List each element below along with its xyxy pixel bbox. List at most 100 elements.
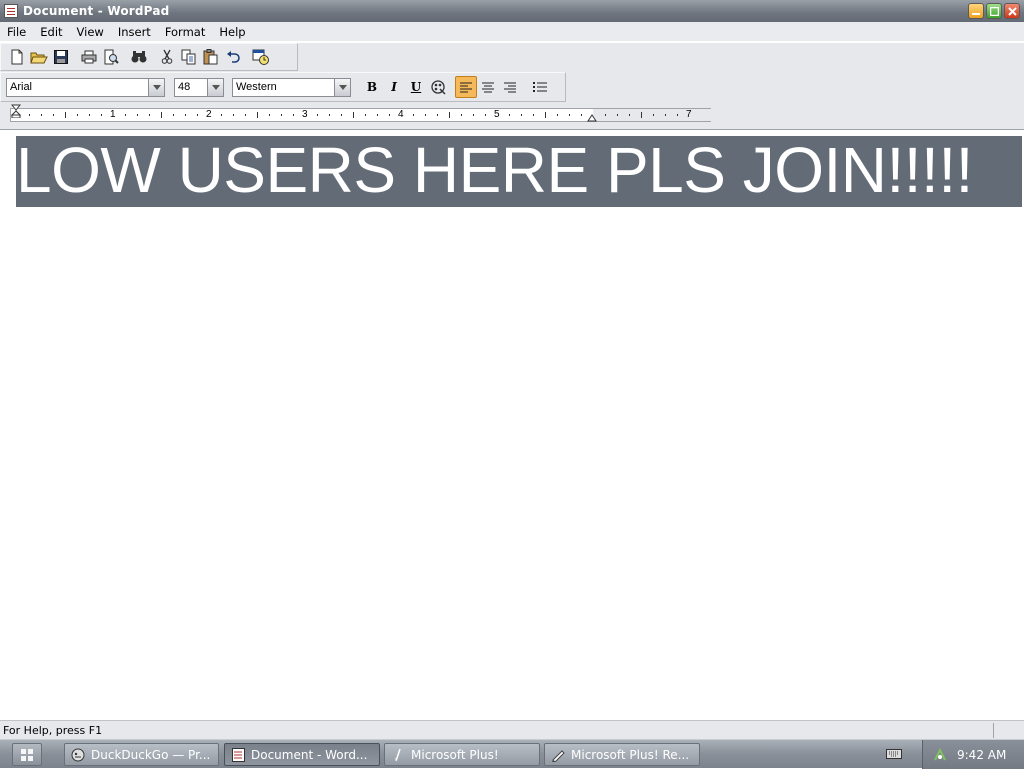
menu-view[interactable]: View (70, 23, 111, 41)
plus-icon (391, 748, 405, 762)
menu-insert[interactable]: Insert (111, 23, 158, 41)
cut-button[interactable] (156, 46, 178, 68)
open-icon (30, 52, 48, 64)
minimize-button[interactable] (968, 3, 984, 19)
ruler-tick (605, 114, 606, 116)
start-button[interactable] (12, 743, 42, 766)
taskbar-item-microsoft-plus-readme[interactable]: Microsoft Plus! Re... (544, 743, 700, 766)
taskbar-item-label: Microsoft Plus! (411, 747, 499, 762)
minimize-icon (972, 13, 980, 15)
ruler-tick (41, 114, 42, 116)
title-bar[interactable]: Document - WordPad (0, 0, 1024, 22)
copy-button[interactable] (178, 46, 200, 68)
ruler-tick (185, 114, 186, 116)
ruler-tick (545, 112, 546, 118)
save-icon (54, 50, 68, 64)
save-button[interactable] (50, 46, 72, 68)
bold-button[interactable]: B (361, 76, 383, 98)
ruler-tick (281, 114, 282, 116)
print-button[interactable] (78, 46, 100, 68)
start-icon (21, 748, 33, 761)
maximize-button[interactable] (986, 3, 1002, 19)
ruler-tick (653, 114, 654, 116)
align-right-icon (504, 82, 516, 92)
open-button[interactable] (28, 46, 50, 68)
status-bar: For Help, press F1 (0, 720, 1024, 739)
chevron-down-icon[interactable] (334, 78, 350, 96)
left-indent-marker[interactable] (11, 104, 23, 118)
wordpad-app-icon[interactable] (4, 4, 18, 18)
script-combo[interactable]: Western (232, 77, 351, 97)
taskbar-item-wordpad[interactable]: Document - Word... (224, 743, 380, 766)
ruler-tick (617, 114, 618, 116)
menu-file[interactable]: File (0, 23, 33, 41)
align-center-icon (482, 82, 494, 92)
standard-toolbar (0, 43, 298, 71)
keyboard-icon[interactable] (886, 747, 902, 761)
new-icon (11, 49, 23, 65)
menu-help[interactable]: Help (212, 23, 252, 41)
ruler-tick (329, 114, 330, 116)
maximize-icon (989, 6, 999, 16)
print-preview-button[interactable] (100, 46, 122, 68)
align-center-button[interactable] (477, 76, 499, 98)
taskbar-item-microsoft-plus[interactable]: Microsoft Plus! (384, 743, 540, 766)
taskbar-item-label: Document - Word... (251, 747, 368, 762)
window-title: Document - WordPad (23, 4, 170, 18)
close-button[interactable] (1004, 3, 1020, 19)
align-left-button[interactable] (455, 76, 477, 98)
taskbar-item-duckduckgo[interactable]: DuckDuckGo — Pr... (64, 743, 219, 766)
find-button[interactable] (128, 46, 150, 68)
undo-icon (227, 51, 240, 63)
ruler-tick (677, 114, 678, 116)
document-area[interactable]: LOW USERS HERE PLS JOIN!!!!! (0, 129, 1024, 720)
right-indent-marker[interactable] (587, 114, 597, 122)
ruler-tick (377, 114, 378, 116)
new-button[interactable] (6, 46, 28, 68)
paste-button[interactable] (200, 46, 222, 68)
bullets-button[interactable] (529, 76, 551, 98)
document-text[interactable]: LOW USERS HERE PLS JOIN!!!!! (16, 134, 973, 206)
print-icon (81, 50, 97, 64)
underline-button[interactable]: U (405, 76, 427, 98)
chevron-down-icon[interactable] (207, 78, 223, 96)
print-preview-icon (104, 49, 119, 65)
ruler-tick (485, 114, 486, 116)
system-tray: 9:42 AM (922, 740, 1024, 769)
ruler-tick (269, 114, 270, 116)
ruler-tick (533, 114, 534, 116)
ruler-tick (77, 114, 78, 116)
ruler-tick (425, 114, 426, 116)
network-icon[interactable] (933, 747, 947, 762)
taskbar-item-label: DuckDuckGo — Pr... (91, 747, 211, 762)
ruler-tick (581, 114, 582, 116)
ruler-tick (317, 114, 318, 116)
ruler-number: 1 (110, 109, 116, 120)
font-name-combo[interactable]: Arial (6, 77, 165, 97)
status-text: For Help, press F1 (3, 723, 103, 737)
italic-button[interactable]: I (383, 76, 405, 98)
ruler-tick (461, 114, 462, 116)
ruler-tick (221, 114, 222, 116)
ruler[interactable]: 1 2 3 4 5 7 (0, 103, 1024, 129)
ruler-tick (137, 114, 138, 116)
ruler-tick (149, 114, 150, 116)
color-button[interactable] (427, 76, 449, 98)
ruler-tick (29, 114, 30, 116)
ruler-track[interactable]: 1 2 3 4 5 7 (10, 108, 711, 122)
ruler-tick (233, 114, 234, 116)
ruler-tick (557, 114, 558, 116)
undo-button[interactable] (222, 46, 244, 68)
ruler-tick (245, 114, 246, 116)
chevron-down-icon[interactable] (148, 78, 164, 96)
insert-datetime-button[interactable] (250, 46, 272, 68)
clock[interactable]: 9:42 AM (957, 748, 1006, 762)
align-right-button[interactable] (499, 76, 521, 98)
font-name-value: Arial (10, 81, 33, 93)
ruler-number: 5 (494, 109, 500, 120)
menu-edit[interactable]: Edit (33, 23, 69, 41)
ruler-tick (341, 114, 342, 116)
menu-format[interactable]: Format (158, 23, 213, 41)
menu-bar: File Edit View Insert Format Help (0, 22, 1024, 42)
font-size-combo[interactable]: 48 (174, 77, 224, 97)
